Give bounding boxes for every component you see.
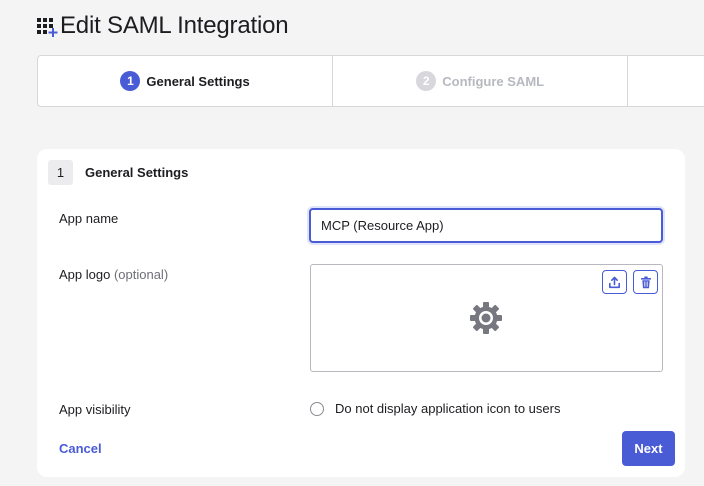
section-header: 1 General Settings: [48, 160, 188, 185]
step-label: Configure SAML: [442, 73, 545, 89]
wizard-stepper: 1 General Settings 2 Configure SAML: [37, 55, 704, 107]
cancel-button[interactable]: Cancel: [59, 441, 102, 456]
step-configure-saml[interactable]: 2 Configure SAML: [333, 56, 629, 106]
section-title: General Settings: [85, 165, 189, 180]
page-title: Edit SAML Integration: [60, 12, 289, 39]
next-button[interactable]: Next: [622, 431, 675, 466]
hide-icon-checkbox-label[interactable]: Do not display application icon to users: [335, 401, 560, 416]
step-number: 2: [416, 71, 437, 91]
app-logo-label: App logo (optional): [59, 267, 168, 282]
section-number: 1: [48, 160, 73, 185]
app-name-input[interactable]: [309, 208, 663, 243]
step-third[interactable]: [628, 56, 704, 106]
gear-icon: [470, 302, 502, 334]
app-grid-add-icon: [37, 18, 58, 37]
step-general-settings[interactable]: 1 General Settings: [38, 56, 334, 106]
hide-icon-option[interactable]: Do not display application icon to users: [310, 401, 560, 416]
app-visibility-label: App visibility: [59, 402, 131, 417]
page-header: Edit SAML Integration: [36, 10, 289, 42]
step-number: 1: [120, 71, 141, 91]
optional-hint: (optional): [113, 267, 169, 282]
app-name-label: App name: [59, 211, 119, 226]
app-logo-dropzone[interactable]: [310, 264, 663, 372]
trash-icon: [640, 276, 651, 288]
upload-icon: [609, 276, 620, 288]
delete-logo-button[interactable]: [633, 270, 658, 294]
hide-icon-checkbox[interactable]: [310, 401, 324, 416]
app-logo-label-text: App logo: [59, 267, 111, 282]
step-label: General Settings: [146, 73, 250, 89]
general-settings-card: 1 General Settings App name App logo (op…: [37, 149, 685, 477]
upload-logo-button[interactable]: [602, 270, 627, 294]
